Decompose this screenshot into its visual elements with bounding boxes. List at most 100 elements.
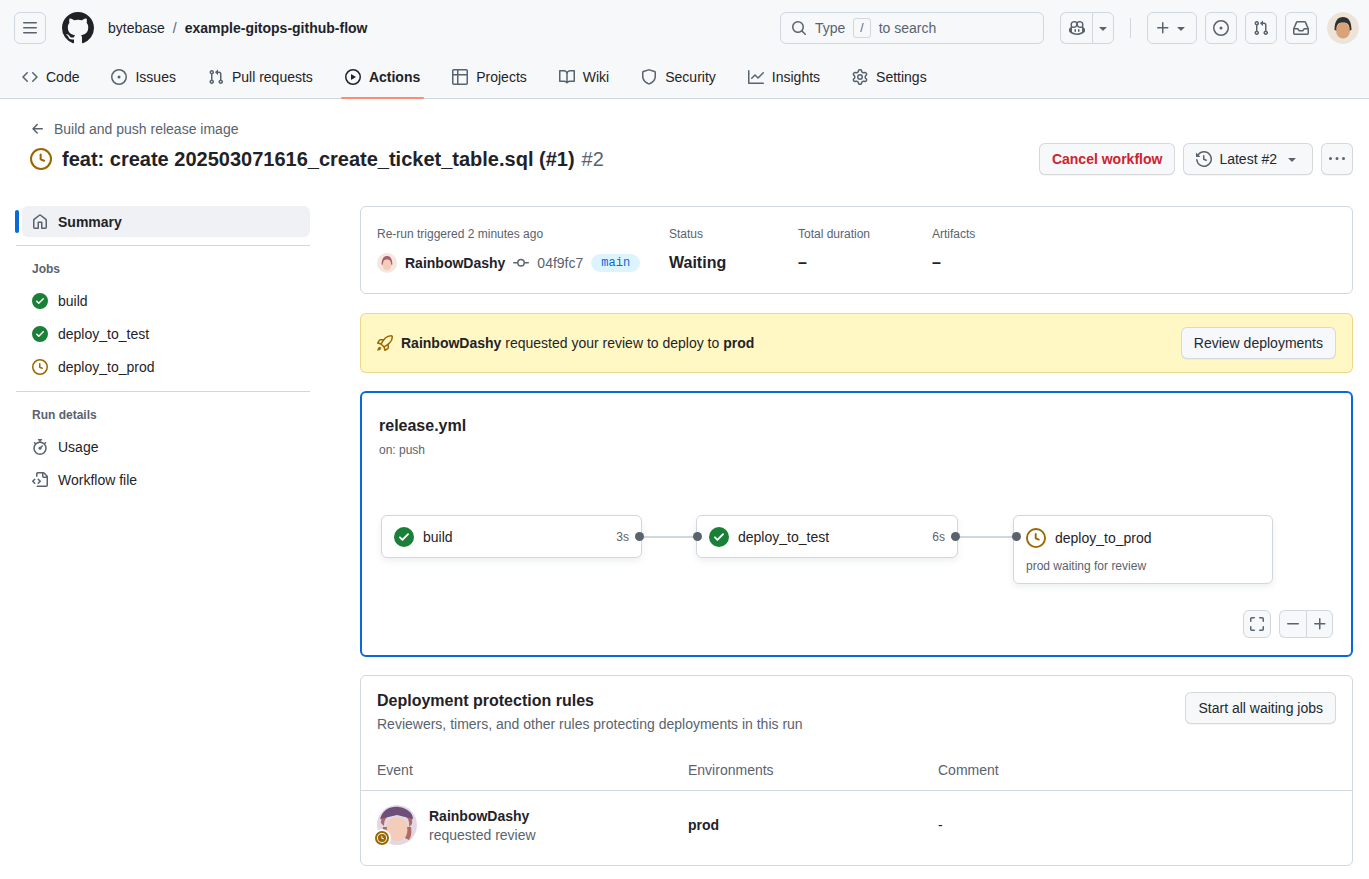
run-number: #2	[582, 148, 604, 171]
sidebar-item-usage[interactable]: Usage	[22, 430, 310, 463]
check-circle-icon	[709, 527, 729, 547]
git-pull-request-icon	[1253, 20, 1269, 36]
workflow-graph-card: release.yml on: push build 3s deploy_to_…	[360, 391, 1353, 657]
gear-icon	[852, 69, 868, 85]
workflow-trigger: on: push	[379, 443, 425, 457]
waiting-badge-icon	[373, 829, 391, 847]
copilot-button[interactable]	[1060, 12, 1092, 44]
latest-run-dropdown[interactable]: Latest #2	[1183, 143, 1313, 175]
tab-label: Actions	[369, 69, 420, 85]
hamburger-button[interactable]	[14, 12, 46, 44]
check-circle-icon	[32, 326, 48, 342]
tab-label: Issues	[135, 69, 175, 85]
tab-insights[interactable]: Insights	[740, 56, 828, 98]
run-menu-button[interactable]	[1321, 143, 1353, 175]
graph-zoom-in-button[interactable]	[1306, 610, 1333, 638]
plus-icon	[1155, 20, 1171, 36]
tab-code[interactable]: Code	[14, 56, 87, 98]
play-icon	[345, 69, 361, 85]
cancel-workflow-button[interactable]: Cancel workflow	[1039, 143, 1175, 175]
tab-settings[interactable]: Settings	[844, 56, 935, 98]
breadcrumb-owner[interactable]: bytebase	[108, 20, 165, 36]
tab-issues[interactable]: Issues	[103, 56, 183, 98]
start-waiting-jobs-button[interactable]: Start all waiting jobs	[1185, 692, 1336, 724]
status-label: Status	[669, 227, 798, 241]
sidebar-job-build[interactable]: build	[22, 284, 310, 317]
back-link[interactable]: Build and push release image	[30, 121, 238, 137]
tab-label: Insights	[772, 69, 820, 85]
graph-node-duration: 3s	[616, 530, 629, 544]
file-code-icon	[32, 472, 48, 488]
table-icon	[452, 69, 468, 85]
graph-node-duration: 6s	[932, 530, 945, 544]
graph-connector	[955, 536, 1016, 538]
rerun-trigger-text: Re-run triggered 2 minutes ago	[377, 227, 669, 241]
tab-security[interactable]: Security	[633, 56, 724, 98]
sidebar-divider	[16, 245, 310, 246]
sidebar-job-deploy-to-prod[interactable]: deploy_to_prod	[22, 350, 310, 383]
app-header: bytebase / example-gitops-github-flow Ty…	[0, 0, 1369, 56]
tab-pull-requests[interactable]: Pull requests	[200, 56, 321, 98]
sidebar-workflow-file-label: Workflow file	[58, 472, 137, 488]
chevron-down-icon	[1173, 20, 1189, 36]
github-logo[interactable]	[62, 12, 94, 44]
graph-zoom-out-button[interactable]	[1279, 610, 1306, 638]
tab-label: Pull requests	[232, 69, 313, 85]
column-event: Event	[377, 762, 688, 778]
graph-connector	[639, 536, 697, 538]
status-column: Status Waiting	[669, 227, 798, 273]
actor-name[interactable]: RainbowDashy	[405, 255, 505, 271]
inbox-button[interactable]	[1285, 12, 1317, 44]
sidebar-divider	[16, 391, 310, 392]
graph-node-build[interactable]: build 3s	[381, 515, 642, 558]
back-link-label: Build and push release image	[54, 121, 238, 137]
chevron-down-icon	[1284, 151, 1300, 167]
graph-dot	[635, 532, 644, 541]
header-divider	[1130, 18, 1131, 38]
issues-button[interactable]	[1205, 12, 1237, 44]
sidebar-item-workflow-file[interactable]: Workflow file	[22, 463, 310, 496]
artifacts-label: Artifacts	[932, 227, 1061, 241]
protection-rules-title: Deployment protection rules	[377, 692, 803, 710]
graph-node-deploy-to-test[interactable]: deploy_to_test 6s	[696, 515, 958, 558]
graph-fullscreen-button[interactable]	[1243, 610, 1271, 638]
chevron-down-icon	[1095, 20, 1111, 36]
column-comment: Comment	[938, 762, 1336, 778]
tab-label: Security	[665, 69, 716, 85]
run-title-text: feat: create 202503071616_create_ticket_…	[62, 148, 575, 171]
book-icon	[559, 69, 575, 85]
pull-requests-button[interactable]	[1245, 12, 1277, 44]
create-new-button[interactable]	[1147, 12, 1197, 44]
header-actions: Type / to search	[780, 12, 1359, 44]
breadcrumb-repo[interactable]: example-gitops-github-flow	[185, 20, 368, 36]
screen-full-icon	[1249, 616, 1265, 632]
search-input[interactable]: Type / to search	[780, 12, 1044, 44]
tab-label: Projects	[476, 69, 527, 85]
copilot-menu-button[interactable]	[1092, 12, 1114, 44]
run-summary-card: Re-run triggered 2 minutes ago RainbowDa…	[360, 206, 1353, 294]
tab-projects[interactable]: Projects	[444, 56, 535, 98]
tab-wiki[interactable]: Wiki	[551, 56, 617, 98]
repo-nav: Code Issues Pull requests Actions Projec…	[0, 56, 1369, 99]
check-circle-icon	[32, 293, 48, 309]
graph-node-deploy-to-prod[interactable]: deploy_to_prod prod waiting for review	[1013, 515, 1273, 584]
sidebar-job-label: build	[58, 293, 88, 309]
user-avatar[interactable]	[1327, 12, 1359, 44]
stopwatch-icon	[32, 439, 48, 455]
home-icon	[32, 214, 48, 230]
sidebar-usage-label: Usage	[58, 439, 98, 455]
clock-icon	[1026, 528, 1046, 548]
tab-actions[interactable]: Actions	[337, 56, 428, 98]
plus-icon	[1312, 616, 1328, 632]
run-main: Re-run triggered 2 minutes ago RainbowDa…	[360, 206, 1353, 866]
commit-sha[interactable]: 04f9fc7	[537, 255, 583, 271]
run-title: feat: create 202503071616_create_ticket_…	[62, 148, 604, 171]
page-layout: Summary Jobs build deploy_to_test deploy…	[0, 206, 1369, 866]
review-deployments-button[interactable]: Review deployments	[1181, 327, 1336, 359]
rules-table-header: Event Environments Comment	[361, 748, 1352, 790]
branch-badge[interactable]: main	[591, 254, 640, 272]
graph-dot	[693, 532, 702, 541]
sidebar-item-summary[interactable]: Summary	[22, 206, 310, 237]
tab-label: Settings	[876, 69, 927, 85]
sidebar-job-deploy-to-test[interactable]: deploy_to_test	[22, 317, 310, 350]
